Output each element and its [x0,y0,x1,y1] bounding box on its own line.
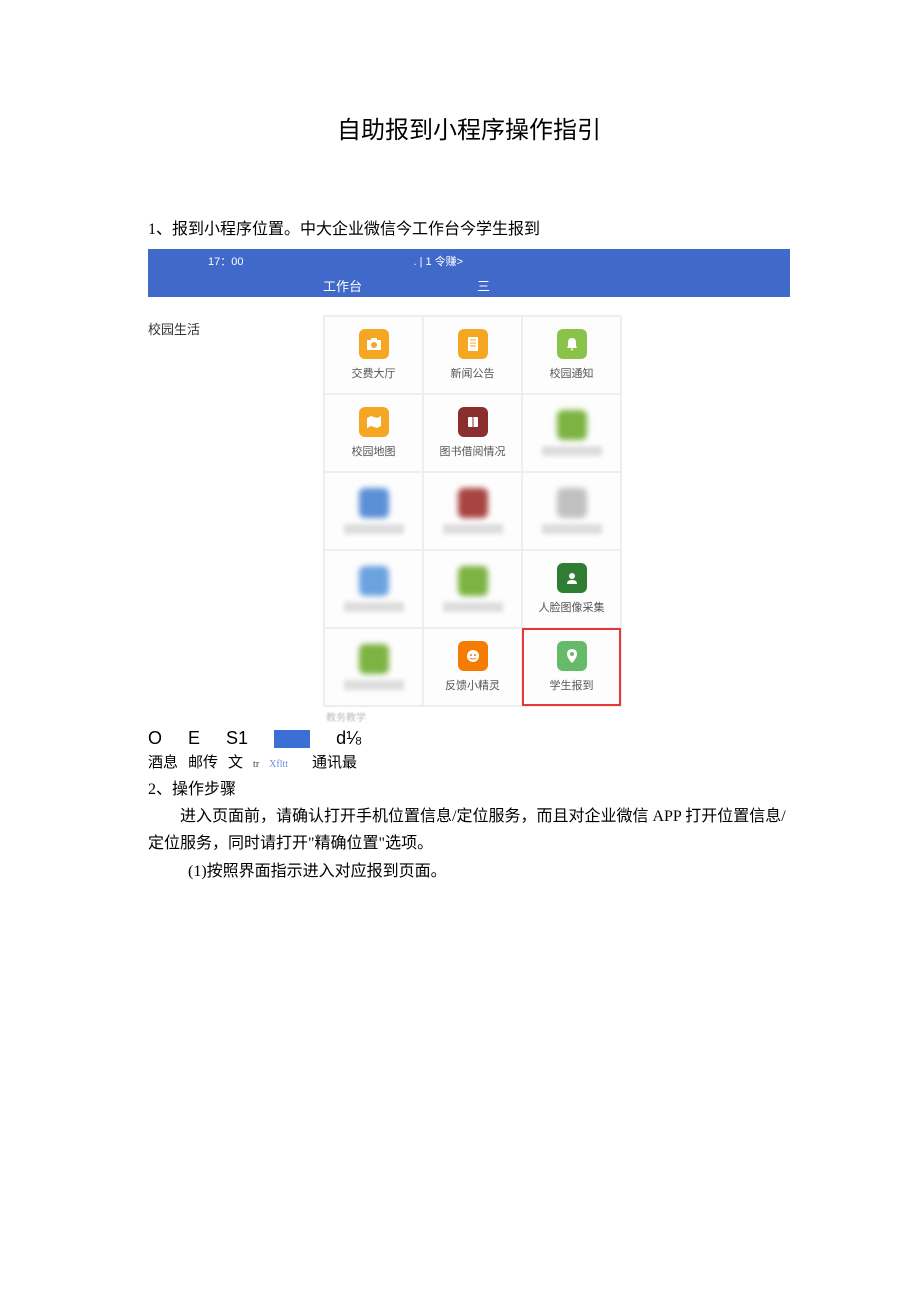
nav-label: 酒息 [148,751,178,772]
nav-icon[interactable]: S1 [226,728,248,749]
blurred-label [542,524,602,534]
person-icon [557,563,587,593]
grid-label: 人脸图像采集 [539,599,605,615]
camera-icon [359,329,389,359]
grid-item-blurred[interactable] [522,394,621,472]
map-icon [359,407,389,437]
next-category: 教务教学 [326,709,790,724]
blurred-icon [359,644,389,674]
blurred-label [443,602,503,612]
nav-icon[interactable]: E [188,728,200,749]
blurred-label [443,524,503,534]
blurred-label [344,602,404,612]
grid-label: 新闻公告 [451,365,495,381]
nav-icon[interactable]: d⅛ [336,728,361,749]
section-1-heading: 1、报到小程序位置。中大企业微信今工作台今学生报到 [148,215,790,239]
bell-icon [557,329,587,359]
grid-label: 学生报到 [550,677,594,693]
grid-label: 校园地图 [352,443,396,459]
bottom-nav-icons: O E S1 d⅛ [148,728,790,749]
pin-icon [557,641,587,671]
blurred-icon [458,566,488,596]
section-2-step: (1)按照界面指示进入对应报到页面。 [148,858,790,885]
grid-item-blurred[interactable] [324,628,423,706]
grid-label: 图书借阅情况 [440,443,506,459]
grid-item-blurred[interactable] [324,472,423,550]
nav-label: 文 [228,751,243,772]
bottom-nav-labels: 酒息 邮传 文 tr Xfltt 通讯最 [148,751,790,772]
nav-label: 通讯最 [312,751,357,772]
nav-label: tr [253,759,259,770]
document-title: 自助报到小程序操作指引 [148,110,790,145]
grid-item-blurred[interactable] [522,472,621,550]
status-bar: 17：00 . | 1 令赚> [148,249,790,273]
grid-label: 反馈小精灵 [445,677,500,693]
status-time: 17：00 [208,253,243,269]
blurred-label [542,446,602,456]
sidebar-category: 校园生活 [148,315,323,338]
blurred-icon [359,488,389,518]
grid-item-map[interactable]: 校园地图 [324,394,423,472]
menu-icon[interactable]: 三 [477,276,490,295]
grid-item-library[interactable]: 图书借阅情况 [423,394,522,472]
face-icon [458,641,488,671]
section-2-heading: 2、操作步骤 [148,781,236,798]
grid-item-blurred[interactable] [324,550,423,628]
grid-item-payment[interactable]: 交费大厅 [324,316,423,394]
navbar-title: 工作台 [323,276,362,295]
app-grid: 交费大厅 新闻公告 校园通知 校园地图 [323,315,622,707]
blurred-icon [359,566,389,596]
grid-item-notice[interactable]: 校园通知 [522,316,621,394]
grid-item-face[interactable]: 人脸图像采集 [522,550,621,628]
section-2: 2、操作步骤 进入页面前，请确认打开手机位置信息/定位服务，而且对企业微信 AP… [148,776,790,885]
book-icon [458,407,488,437]
nav-icon-active[interactable] [274,730,310,748]
app-navbar: 工作台 三 [148,273,790,297]
grid-item-news[interactable]: 新闻公告 [423,316,522,394]
grid-label: 交费大厅 [352,365,396,381]
screenshot-phone: 17：00 . | 1 令赚> 工作台 三 校园生活 交费大厅 新闻公告 [148,249,790,772]
blurred-label [344,524,404,534]
grid-item-checkin[interactable]: 学生报到 [522,628,621,706]
blurred-icon [458,488,488,518]
blurred-icon [557,488,587,518]
grid-item-feedback[interactable]: 反馈小精灵 [423,628,522,706]
nav-label: Xfltt [269,759,288,770]
section-2-paragraph: 进入页面前，请确认打开手机位置信息/定位服务，而且对企业微信 APP 打开位置信… [148,803,790,857]
grid-item-blurred[interactable] [423,472,522,550]
document-icon [458,329,488,359]
grid-label: 校园通知 [550,365,594,381]
blurred-label [344,680,404,690]
blurred-icon [557,410,587,440]
nav-icon[interactable]: O [148,728,162,749]
nav-label: 邮传 [188,751,218,772]
status-indicators: . | 1 令赚> [413,253,463,269]
grid-item-blurred[interactable] [423,550,522,628]
